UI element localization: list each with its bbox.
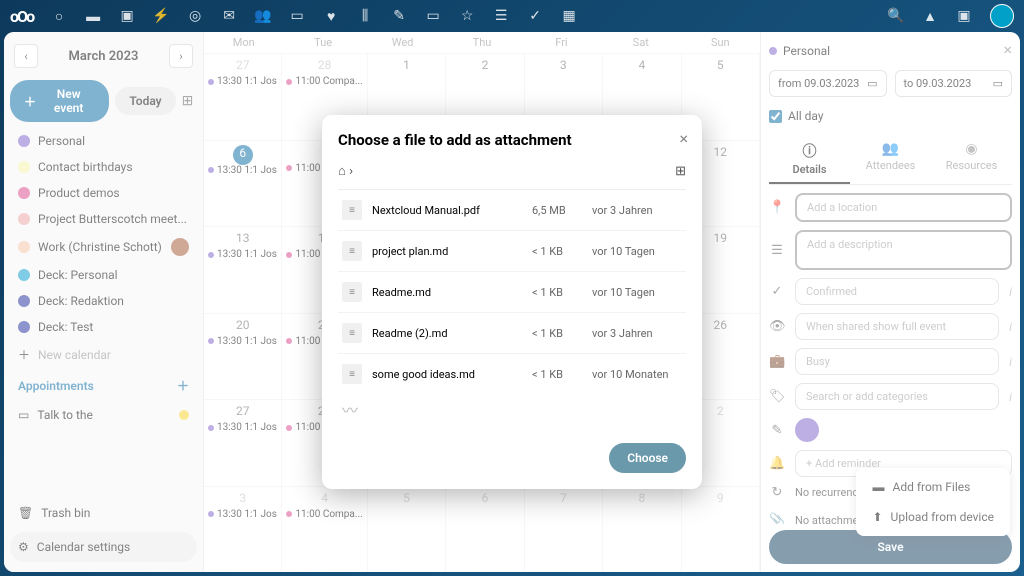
calendar-icon[interactable]: ▭ [289, 8, 305, 24]
logo[interactable]: oOo [10, 7, 33, 26]
talk-icon[interactable]: ◎ [187, 8, 203, 24]
file-list: ≡Nextcloud Manual.pdf6,5 MBvor 3 Jahren≡… [338, 189, 686, 389]
more-indicator: 〰 [338, 389, 686, 429]
contacts-menu-icon[interactable]: ▣ [956, 8, 972, 24]
file-icon: ≡ [342, 282, 362, 302]
search-icon[interactable]: 🔍 [888, 8, 904, 24]
grid-view-icon[interactable]: ⊞ [675, 164, 686, 179]
file-icon: ≡ [342, 364, 362, 384]
file-row[interactable]: ≡Readme (2).md< 1 KBvor 3 Jahren [338, 313, 686, 354]
bookmarks-icon[interactable]: ☆ [459, 8, 475, 24]
modal-backdrop: × Choose a file to add as attachment ⌂ ›… [4, 32, 1020, 572]
activity-icon[interactable]: ⚡ [153, 8, 169, 24]
file-row[interactable]: ≡Readme.md< 1 KBvor 10 Tagen [338, 272, 686, 313]
notes-icon[interactable]: ✎ [391, 8, 407, 24]
photos-icon[interactable]: ▣ [119, 8, 135, 24]
list-icon[interactable]: ☰ [493, 8, 509, 24]
file-row[interactable]: ≡project plan.md< 1 KBvor 10 Tagen [338, 231, 686, 272]
modal-title: Choose a file to add as attachment [338, 131, 686, 149]
file-row[interactable]: ≡Nextcloud Manual.pdf6,5 MBvor 3 Jahren [338, 190, 686, 231]
health-icon[interactable]: ♥ [323, 8, 339, 24]
close-modal-button[interactable]: × [679, 129, 688, 148]
user-avatar[interactable] [990, 4, 1014, 28]
notifications-icon[interactable]: ▲ [922, 8, 938, 24]
tasks-icon[interactable]: ✓ [527, 8, 543, 24]
choose-button[interactable]: Choose [609, 443, 686, 473]
contacts-icon[interactable]: 👥 [255, 8, 271, 24]
dashboard-icon[interactable]: ○ [51, 8, 67, 24]
tables-icon[interactable]: ▦ [561, 8, 577, 24]
file-icon: ≡ [342, 323, 362, 343]
file-icon: ≡ [342, 241, 362, 261]
file-icon: ≡ [342, 200, 362, 220]
deck-icon[interactable]: ▭ [425, 8, 441, 24]
top-bar: oOo ○ ▬ ▣ ⚡ ◎ ✉ 👥 ▭ ♥ ⫼ ✎ ▭ ☆ ☰ ✓ ▦ 🔍 ▲ … [0, 0, 1024, 32]
mail-icon[interactable]: ✉ [221, 8, 237, 24]
file-row[interactable]: ≡some good ideas.md< 1 KBvor 10 Monaten [338, 354, 686, 389]
files-icon[interactable]: ▬ [85, 8, 101, 24]
analytics-icon[interactable]: ⫼ [357, 8, 373, 24]
file-picker-modal: × Choose a file to add as attachment ⌂ ›… [322, 115, 702, 489]
home-icon[interactable]: ⌂ › [338, 163, 353, 179]
